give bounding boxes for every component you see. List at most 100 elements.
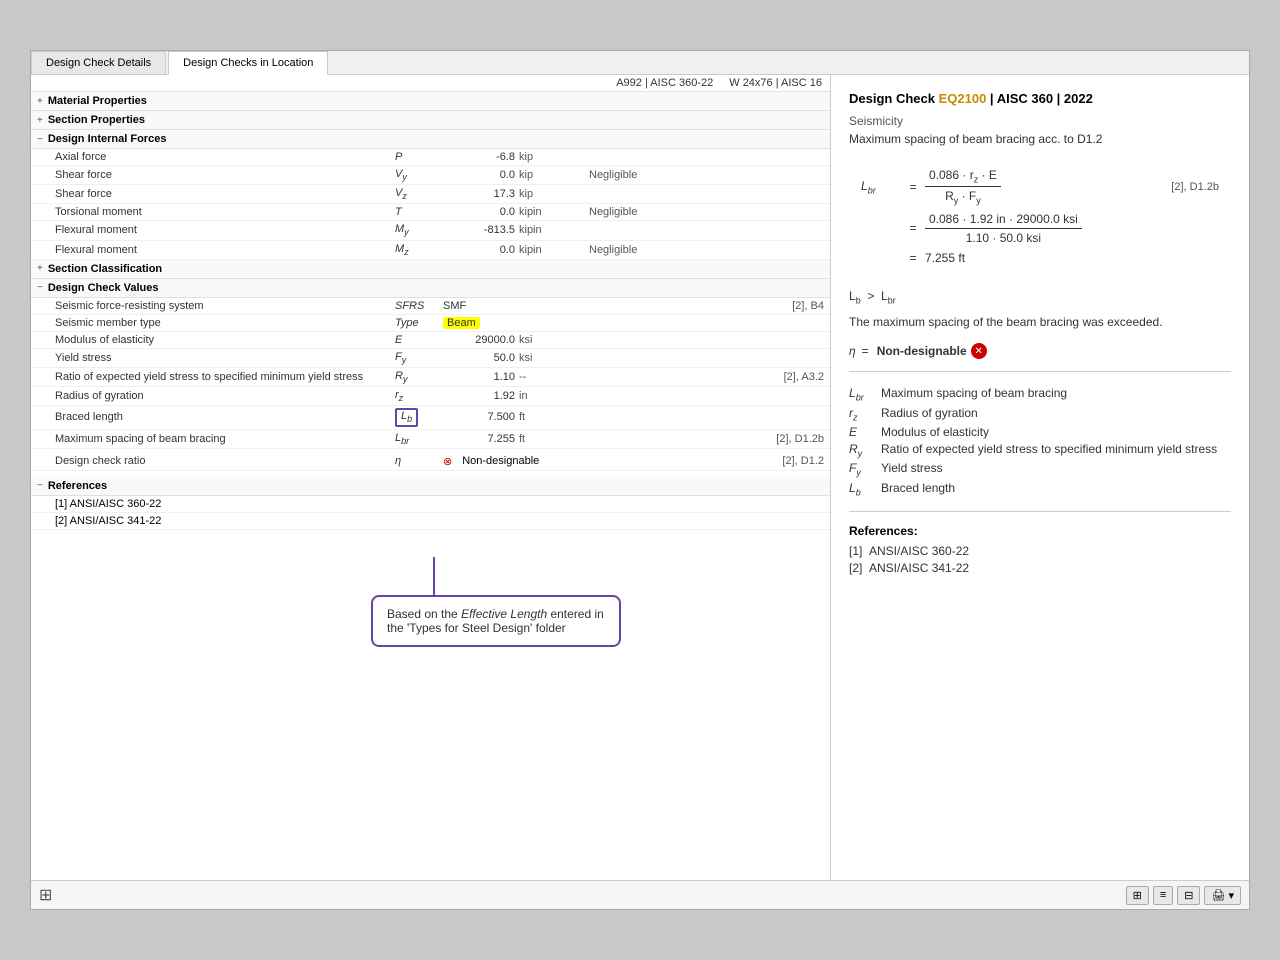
f-eq-3: = bbox=[901, 251, 925, 265]
rp-divider-2 bbox=[849, 511, 1231, 512]
material-standard: A992 | AISC 360-22 bbox=[616, 77, 713, 89]
row-ry-ratio: Ratio of expected yield stress to specif… bbox=[31, 368, 830, 387]
expander-internal-icon: − bbox=[37, 134, 43, 145]
den-symbolic: Ry · Fy bbox=[941, 187, 985, 205]
expander-classification-icon: + bbox=[37, 263, 43, 274]
section-internal-forces-label: Design Internal Forces bbox=[48, 133, 167, 145]
expander-check-values-icon: − bbox=[37, 282, 43, 293]
error-icon: ⊗ bbox=[443, 455, 452, 468]
f-result: 7.255 ft bbox=[925, 251, 1219, 265]
row-shear-vy: Shear force Vy 0.0 kip Negligible bbox=[31, 166, 830, 185]
rp-exceed-msg: The maximum spacing of the beam bracing … bbox=[849, 315, 1231, 329]
section-classification-header[interactable]: + Section Classification bbox=[31, 260, 830, 279]
tool-btn-copy[interactable]: ⊞ bbox=[1126, 886, 1149, 905]
expander-properties-icon: + bbox=[37, 115, 43, 126]
row-flexural-mz: Flexural moment Mz 0.0 kipin Negligible bbox=[31, 241, 830, 260]
ref-row-2: [2] ANSI/AISC 341-22 bbox=[31, 513, 830, 530]
row-member-type: Seismic member type Type Beam bbox=[31, 315, 830, 332]
legend-ry: Ry Ratio of expected yield stress to spe… bbox=[849, 442, 1231, 458]
bottom-toolbar: ⊞ ⊞ ≡ ⊟ 🖨 ▾ bbox=[31, 880, 1249, 909]
rp-nondesignable-row: η = Non-designable ✕ bbox=[849, 343, 1231, 359]
rp-description: Maximum spacing of beam bracing acc. to … bbox=[849, 132, 1231, 146]
section-internal-forces-header[interactable]: − Design Internal Forces bbox=[31, 130, 830, 149]
inner-content: A992 | AISC 360-22 W 24x76 | AISC 16 + M… bbox=[31, 75, 1249, 880]
tool-btn-print[interactable]: 🖨 ▾ bbox=[1204, 886, 1241, 905]
row-yield-stress: Yield stress Fy 50.0 ksi bbox=[31, 349, 830, 368]
callout-tooltip: Based on the Effective Length entered in… bbox=[371, 595, 621, 647]
eta-label: η bbox=[849, 344, 856, 358]
expander-material-icon: + bbox=[37, 96, 43, 107]
f-sym-lbr: Lbr bbox=[861, 179, 901, 195]
fraction-symbolic: 0.086 · rz · E Ry · Fy bbox=[925, 168, 1001, 206]
check-standard: AISC 360 | 2022 bbox=[997, 91, 1093, 106]
row-torsional-moment: Torsional moment T 0.0 kipin Negligible bbox=[31, 204, 830, 221]
bottom-right-tools: ⊞ ≡ ⊟ 🖨 ▾ bbox=[1126, 886, 1241, 905]
tab-design-checks-location[interactable]: Design Checks in Location bbox=[168, 51, 328, 75]
tabs-bar: Design Check Details Design Checks in Lo… bbox=[31, 51, 1249, 75]
row-sfrs: Seismic force-resisting system SFRS SMF … bbox=[31, 298, 830, 315]
section-material-header[interactable]: + Material Properties bbox=[31, 92, 830, 111]
f-expr-2: 0.086 · 1.92 in · 29000.0 ksi 1.10 · 50.… bbox=[925, 212, 1219, 245]
den-numeric: 1.10 · 50.0 ksi bbox=[962, 229, 1045, 245]
ref-row-1: [1] ANSI/AISC 360-22 bbox=[31, 496, 830, 513]
f-eq-1: = bbox=[901, 180, 925, 194]
num-numeric: 0.086 · 1.92 in · 29000.0 ksi bbox=[925, 212, 1082, 229]
ratio-value: ⊗ Non-designable bbox=[435, 455, 744, 468]
legend-e: E Modulus of elasticity bbox=[849, 425, 1231, 439]
row-braced-length: Braced length Lb 7.500 ft bbox=[31, 406, 830, 429]
formula-line-2: = 0.086 · 1.92 in · 29000.0 ksi 1.10 · 5… bbox=[861, 212, 1219, 245]
rp-divider-1 bbox=[849, 371, 1231, 372]
check-title: Design Check EQ2100 bbox=[849, 91, 986, 106]
beam-badge: Beam bbox=[443, 317, 480, 329]
section-check-values-header[interactable]: − Design Check Values bbox=[31, 279, 830, 298]
left-panel: A992 | AISC 360-22 W 24x76 | AISC 16 + M… bbox=[31, 75, 831, 880]
row-radius-gyration: Radius of gyration rz 1.92 in bbox=[31, 387, 830, 406]
row-axial-force: Axial force P -6.8 kip bbox=[31, 149, 830, 166]
nd-value: Non-designable bbox=[877, 344, 967, 358]
row-shear-vz: Shear force Vz 17.3 kip bbox=[31, 185, 830, 204]
callout-text-before: Based on the bbox=[387, 607, 461, 621]
legend-rz: rz Radius of gyration bbox=[849, 406, 1231, 422]
row-max-spacing: Maximum spacing of beam bracing Lbr 7.25… bbox=[31, 430, 830, 449]
section-properties-header[interactable]: + Section Properties bbox=[31, 111, 830, 130]
expander-references-icon: − bbox=[37, 480, 43, 491]
row-design-check-ratio: Design check ratio η ⊗ Non-designable [2… bbox=[31, 453, 830, 471]
bottom-left-area: ⊞ bbox=[39, 885, 52, 905]
section-check-values-label: Design Check Values bbox=[48, 282, 159, 294]
tool-btn-list[interactable]: ≡ bbox=[1153, 886, 1173, 905]
top-info-row: A992 | AISC 360-22 W 24x76 | AISC 16 bbox=[31, 75, 830, 92]
rp-legend: Lbr Maximum spacing of beam bracing rz R… bbox=[849, 386, 1231, 497]
section-references-label: References bbox=[48, 480, 107, 492]
section-material-label: Material Properties bbox=[48, 95, 147, 107]
f-expr-1: 0.086 · rz · E Ry · Fy bbox=[925, 168, 1163, 206]
rp-seismicity: Seismicity bbox=[849, 114, 1231, 128]
legend-lb: Lb Braced length bbox=[849, 481, 1231, 497]
formula-block: Lbr = 0.086 · rz · E Ry · Fy [2], D1.2b … bbox=[849, 160, 1231, 279]
row-elasticity: Modulus of elasticity E 29000.0 ksi bbox=[31, 332, 830, 349]
formula-ref: [2], D1.2b bbox=[1171, 181, 1219, 193]
tool-btn-export[interactable]: ⊟ bbox=[1177, 886, 1200, 905]
fraction-numeric: 0.086 · 1.92 in · 29000.0 ksi 1.10 · 50.… bbox=[925, 212, 1082, 245]
formula-line-1: Lbr = 0.086 · rz · E Ry · Fy [2], D1.2b bbox=[861, 168, 1219, 206]
callout-italic-text: Effective Length bbox=[461, 607, 547, 621]
legend-lbr: Lbr Maximum spacing of beam bracing bbox=[849, 386, 1231, 402]
grid-icon[interactable]: ⊞ bbox=[39, 887, 52, 904]
num-symbolic: 0.086 · rz · E bbox=[925, 168, 1001, 187]
formula-line-3: = 7.255 ft bbox=[861, 251, 1219, 265]
rp-ref-1: [1] ANSI/AISC 360-22 bbox=[849, 544, 1231, 558]
section-properties-label: Section Properties bbox=[48, 114, 145, 126]
rp-refs-title: References: bbox=[849, 524, 1231, 538]
row-flexural-my: Flexural moment My -813.5 kipin bbox=[31, 221, 830, 240]
nd-error-icon: ✕ bbox=[971, 343, 987, 359]
section-references-header[interactable]: − References bbox=[31, 477, 830, 496]
lb-box: Lb bbox=[395, 408, 418, 426]
check-code: EQ2100 bbox=[939, 91, 987, 106]
section-info: W 24x76 | AISC 16 bbox=[729, 77, 822, 89]
right-panel: Design Check EQ2100 | AISC 360 | 2022 Se… bbox=[831, 75, 1249, 880]
f-eq-2: = bbox=[901, 221, 925, 235]
rp-title: Design Check EQ2100 | AISC 360 | 2022 bbox=[849, 91, 1231, 106]
rp-comparison: Lb > Lbr bbox=[849, 289, 1231, 305]
section-classification-label: Section Classification bbox=[48, 263, 162, 275]
tab-design-check-details[interactable]: Design Check Details bbox=[31, 51, 166, 74]
legend-fy: Fy Yield stress bbox=[849, 461, 1231, 477]
